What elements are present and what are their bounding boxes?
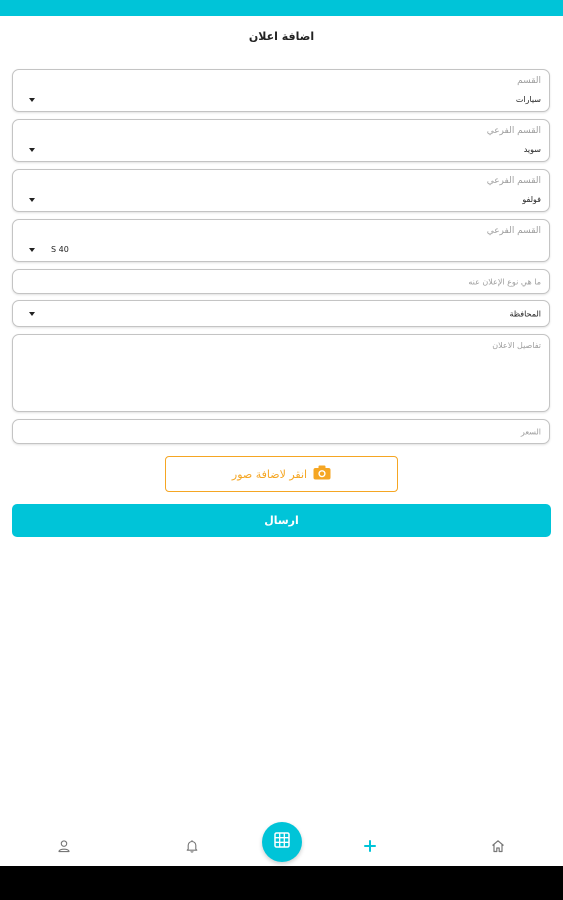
add-photos-label: انقر لاضافة صور	[231, 467, 308, 481]
subcategory-select-2[interactable]: القسم الفرعي فولفو	[12, 169, 550, 212]
subcategory-label-2: القسم الفرعي	[486, 176, 541, 186]
center-grid-button[interactable]	[262, 822, 302, 862]
subcategory-select-1[interactable]: القسم الفرعي سويد	[12, 119, 550, 162]
camera-icon	[313, 465, 331, 484]
subcategory-select-3[interactable]: القسم الفرعي S 40	[12, 219, 550, 262]
home-icon	[491, 838, 505, 857]
system-navigation-bar	[0, 866, 563, 900]
dropdown-arrow-icon	[29, 248, 35, 252]
nav-add[interactable]	[350, 828, 390, 866]
subcategory-value-1: سويد	[523, 145, 541, 154]
price-input[interactable]: السعر	[12, 419, 550, 444]
subcategory-value-3: S 40	[51, 245, 69, 254]
ad-type-placeholder: ما هي نوع الإعلان عنه	[468, 277, 541, 286]
nav-notifications[interactable]	[172, 828, 212, 866]
grid-icon	[274, 832, 290, 852]
details-placeholder: تفاصيل الاعلان	[492, 341, 541, 350]
governorate-select[interactable]: المحافظة	[12, 300, 550, 327]
add-photos-button[interactable]: انقر لاضافة صور	[165, 456, 398, 492]
page-title: اضافة اعلان	[248, 30, 315, 43]
price-placeholder: السعر	[520, 427, 541, 436]
status-bar	[0, 0, 563, 16]
dropdown-arrow-icon	[29, 198, 35, 202]
subcategory-value-2: فولفو	[522, 195, 541, 204]
ad-type-input[interactable]: ما هي نوع الإعلان عنه	[12, 269, 550, 294]
user-icon	[57, 838, 71, 857]
category-label: القسم	[517, 76, 541, 86]
submit-button[interactable]: ارسال	[12, 504, 551, 537]
dropdown-arrow-icon	[29, 98, 35, 102]
category-value: سيارات	[515, 95, 541, 104]
dropdown-arrow-icon	[29, 312, 35, 316]
nav-profile[interactable]	[44, 828, 84, 866]
subcategory-label-1: القسم الفرعي	[486, 126, 541, 136]
bell-icon	[185, 838, 199, 857]
subcategory-label-3: القسم الفرعي	[486, 226, 541, 236]
details-textarea[interactable]: تفاصيل الاعلان	[12, 334, 550, 412]
dropdown-arrow-icon	[29, 148, 35, 152]
category-select[interactable]: القسم سيارات	[12, 69, 550, 112]
nav-home[interactable]	[478, 828, 518, 866]
governorate-value: المحافظة	[509, 309, 541, 318]
plus-icon	[363, 838, 377, 857]
